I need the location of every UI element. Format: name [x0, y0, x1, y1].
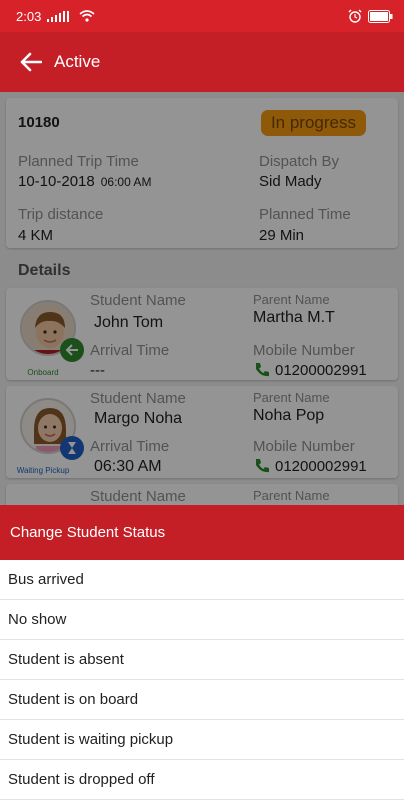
app-bar: Active [0, 32, 404, 92]
option-student-waiting-pickup[interactable]: Student is waiting pickup [0, 720, 404, 760]
option-student-dropped-off[interactable]: Student is dropped off [0, 760, 404, 800]
alarm-icon [348, 9, 362, 23]
modal-scrim[interactable] [0, 92, 404, 505]
signal-icon [47, 11, 70, 22]
option-student-on-board[interactable]: Student is on board [0, 680, 404, 720]
option-bus-arrived[interactable]: Bus arrived [0, 560, 404, 600]
back-button[interactable] [18, 49, 44, 75]
back-arrow-icon [20, 52, 42, 72]
change-status-sheet: Change Student Status Bus arrived No sho… [0, 505, 404, 800]
sheet-title: Change Student Status [0, 505, 404, 560]
wifi-icon [79, 10, 95, 22]
option-student-absent[interactable]: Student is absent [0, 640, 404, 680]
page-title: Active [54, 52, 101, 71]
battery-icon [368, 9, 393, 23]
status-bar: 2:03 [0, 0, 404, 32]
option-no-show[interactable]: No show [0, 600, 404, 640]
status-time: 2:03 [16, 8, 42, 24]
